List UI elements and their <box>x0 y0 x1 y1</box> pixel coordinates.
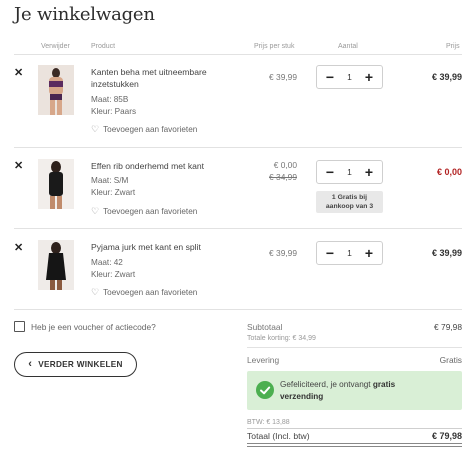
product-size: Maat: S/M <box>91 176 129 185</box>
remove-item-button[interactable]: ✕ <box>14 68 23 79</box>
minus-icon[interactable]: − <box>319 242 341 264</box>
free-shipping-banner: Gefeliciteerd, je ontvangt gratis verzen… <box>247 371 462 410</box>
column-header-total: Prijs <box>446 43 460 50</box>
unit-price: € 0,00 <box>273 160 297 170</box>
quantity-stepper[interactable]: − 1 + <box>316 65 383 89</box>
divider <box>247 428 462 429</box>
product-color: Kleur: Zwart <box>91 270 136 279</box>
discount-total: Totale korting: € 34,99 <box>247 335 316 342</box>
unit-price-original: € 34,99 <box>269 172 297 182</box>
product-image[interactable] <box>38 65 74 115</box>
column-header-remove: Verwijder <box>41 43 70 50</box>
column-header-product: Product <box>91 43 116 50</box>
product-image[interactable] <box>38 240 74 290</box>
product-name[interactable]: Effen rib onderhemd met kant <box>91 160 239 172</box>
remove-item-button[interactable]: ✕ <box>14 243 23 254</box>
product-color: Kleur: Paars <box>91 107 137 116</box>
minus-icon[interactable]: − <box>319 66 341 88</box>
line-total: € 39,99 <box>431 248 462 258</box>
checkbox[interactable] <box>14 321 25 332</box>
divider <box>14 54 462 55</box>
product-size: Maat: 85B <box>91 95 129 104</box>
voucher-checkbox[interactable]: Heb je een voucher of actiecode? <box>14 321 156 332</box>
heart-icon[interactable]: ♡ <box>91 124 99 135</box>
column-header-quantity: Aantal <box>338 43 358 50</box>
subtotal-label: Subtotaal <box>247 322 283 332</box>
promo-badge: 1 Gratis bij aankoop van 3 <box>316 191 383 213</box>
chevron-left-icon[interactable]: ‹ <box>28 359 32 370</box>
line-total: € 0,00 <box>436 167 462 177</box>
minus-icon[interactable]: − <box>319 161 341 183</box>
continue-shopping-button[interactable]: ‹ VERDER WINKELEN <box>14 352 137 377</box>
vat-amount: BTW: € 13,88 <box>247 419 290 426</box>
quantity-stepper[interactable]: − 1 + <box>316 241 383 265</box>
heart-icon[interactable]: ♡ <box>91 206 99 217</box>
close-icon[interactable]: ✕ <box>14 160 23 172</box>
divider <box>14 147 462 148</box>
quantity-value[interactable]: 1 <box>339 242 360 264</box>
remove-item-button[interactable]: ✕ <box>14 161 23 172</box>
plus-icon[interactable]: + <box>358 66 380 88</box>
subtotal-value: € 79,98 <box>434 322 462 332</box>
voucher-label[interactable]: Heb je een voucher of actiecode? <box>31 322 156 332</box>
delivery-label: Levering <box>247 355 280 365</box>
add-to-favorites-link[interactable]: ♡ Toevoegen aan favorieten <box>91 206 197 217</box>
plus-icon[interactable]: + <box>358 161 380 183</box>
page-title: Je winkelwagen <box>14 4 155 25</box>
total-underline <box>247 446 462 447</box>
plus-icon[interactable]: + <box>358 242 380 264</box>
product-image[interactable] <box>38 159 74 209</box>
divider <box>14 309 462 310</box>
grand-total-value: € 79,98 <box>431 431 462 441</box>
add-to-favorites-link[interactable]: ♡ Toevoegen aan favorieten <box>91 287 197 298</box>
quantity-value[interactable]: 1 <box>339 161 360 183</box>
column-header-unit-price: Prijs per stuk <box>254 43 295 50</box>
close-icon[interactable]: ✕ <box>14 242 23 254</box>
unit-price: € 39,99 <box>269 248 297 258</box>
unit-price: € 39,99 <box>269 72 297 82</box>
heart-icon[interactable]: ♡ <box>91 287 99 298</box>
close-icon[interactable]: ✕ <box>14 67 23 79</box>
checkmark-circle-icon <box>256 381 274 399</box>
quantity-value[interactable]: 1 <box>339 66 360 88</box>
product-name[interactable]: Kanten beha met uitneembare inzetstukken <box>91 66 239 90</box>
total-underline <box>247 443 462 444</box>
free-shipping-message: Gefeliciteerd, je ontvangt gratis verzen… <box>280 380 396 401</box>
grand-total-label: Totaal (Incl. btw) <box>247 431 310 441</box>
divider <box>247 347 462 348</box>
delivery-value: Gratis <box>439 355 462 365</box>
product-color: Kleur: Zwart <box>91 188 136 197</box>
add-to-favorites-link[interactable]: ♡ Toevoegen aan favorieten <box>91 124 197 135</box>
product-size: Maat: 42 <box>91 258 123 267</box>
product-name[interactable]: Pyjama jurk met kant en split <box>91 241 239 253</box>
divider <box>14 228 462 229</box>
line-total: € 39,99 <box>431 72 462 82</box>
quantity-stepper[interactable]: − 1 + <box>316 160 383 184</box>
